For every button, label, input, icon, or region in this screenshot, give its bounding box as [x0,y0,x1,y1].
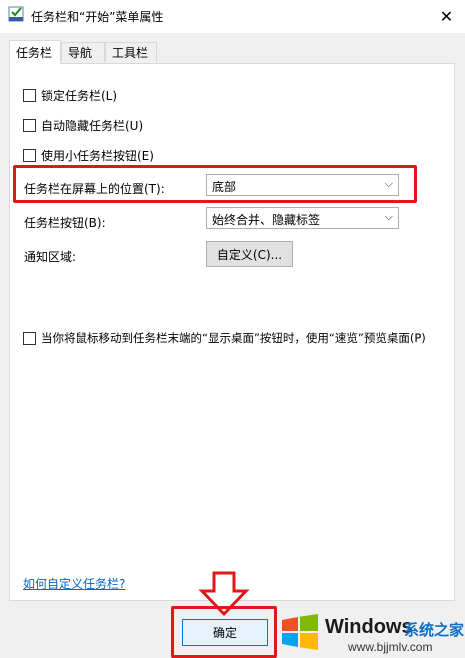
small-buttons-checkbox[interactable]: 使用小任务栏按钮(E) [23,147,154,164]
how-to-customize-link[interactable]: 如何自定义任务栏? [23,575,125,592]
ok-button[interactable]: 确定 [182,619,268,646]
windows-logo-icon [282,614,318,650]
buttons-label: 任务栏按钮(B): [24,216,106,230]
customize-button[interactable]: 自定义(C)... [206,241,293,267]
position-select[interactable]: 底部 ⌵ [206,174,399,196]
close-button[interactable]: ✕ [428,0,465,33]
window-title: 任务栏和“开始”菜单属性 [31,10,164,24]
chevron-down-icon: ⌵ [384,210,393,223]
buttons-value: 始终合并、隐藏标签 [212,213,321,227]
tab-label: 工具栏 [112,46,149,60]
close-icon: ✕ [439,7,454,26]
checkbox-box[interactable] [23,331,36,345]
position-value: 底部 [212,180,237,194]
lock-taskbar-checkbox[interactable]: 锁定任务栏(L) [23,87,117,104]
title-bar: 任务栏和“开始”菜单属性 ✕ [0,0,465,33]
watermark-url: www.bjjmlv.com [348,640,433,654]
chevron-down-icon: ⌵ [384,177,393,190]
tab-navigation[interactable]: 导航 [61,42,105,62]
autohide-taskbar-checkbox[interactable]: 自动隐藏任务栏(U) [23,117,143,134]
checkbox-label: 自动隐藏任务栏(U) [41,119,144,133]
tab-label: 导航 [68,46,93,60]
watermark-cn: 系统之家 [404,621,465,639]
watermark-brand: Windows [325,616,413,638]
checkbox-label: 当你将鼠标移动到任务栏末端的“显示桌面”按钮时，使用“速览”预览桌面(P) [41,331,426,345]
tab-toolbars[interactable]: 工具栏 [105,42,157,62]
tab-label: 任务栏 [16,46,53,60]
peek-checkbox[interactable]: 当你将鼠标移动到任务栏末端的“显示桌面”按钮时，使用“速览”预览桌面(P) [23,330,426,346]
checkbox-label: 使用小任务栏按钮(E) [41,149,154,163]
position-label: 任务栏在屏幕上的位置(T): [24,182,165,196]
checkbox-box[interactable] [23,119,36,132]
watermark: Windows 系统之家 www.bjjmlv.com [276,608,465,658]
notify-label: 通知区域: [24,250,77,264]
checkbox-box[interactable] [23,89,36,102]
taskbar-properties-icon [8,6,24,22]
buttons-select[interactable]: 始终合并、隐藏标签 ⌵ [206,207,399,229]
checkbox-label: 锁定任务栏(L) [41,89,118,103]
checkbox-box[interactable] [23,149,36,162]
tab-taskbar[interactable]: 任务栏 [9,40,61,64]
